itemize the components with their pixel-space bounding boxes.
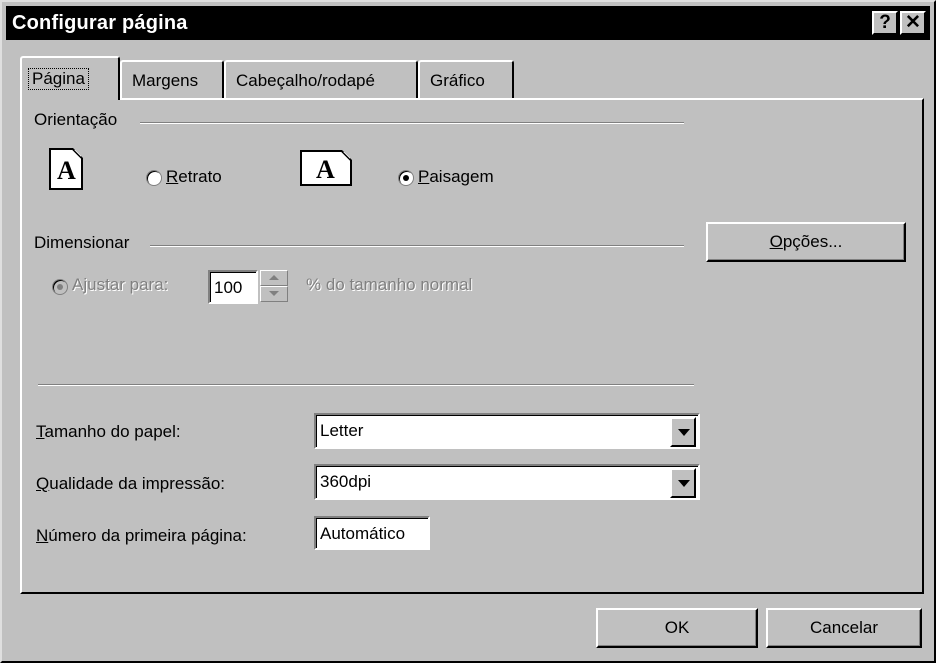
- paper-size-value: Letter: [320, 421, 364, 440]
- tab-margens-label: Margens: [132, 71, 199, 90]
- ok-button-label: OK: [664, 618, 690, 637]
- tab-margens[interactable]: Margens: [120, 60, 224, 98]
- adjust-radio[interactable]: [52, 279, 68, 295]
- tab-grafico[interactable]: Gráfico: [418, 60, 514, 98]
- first-page-input[interactable]: Automático: [314, 516, 430, 550]
- tab-cabecalho-rodape-label: Cabeçalho/rodapé: [236, 71, 375, 90]
- tab-pagina[interactable]: Página: [20, 56, 120, 100]
- portrait-radio[interactable]: [146, 170, 162, 186]
- first-page-value: Automático: [320, 524, 406, 543]
- cancel-button[interactable]: Cancelar: [766, 608, 922, 648]
- landscape-icon-letter: A: [316, 155, 335, 184]
- ok-button[interactable]: OK: [596, 608, 758, 648]
- landscape-radio-dot: [403, 175, 409, 181]
- landscape-fold-line: [340, 150, 352, 162]
- adjust-radio-dot: [57, 284, 63, 290]
- orientation-divider-highlight: [140, 123, 684, 124]
- portrait-accel: R: [166, 167, 179, 186]
- tab-pagina-label: Página: [28, 68, 89, 90]
- landscape-label[interactable]: Paisagem: [418, 167, 494, 187]
- scale-spinner[interactable]: [260, 270, 288, 302]
- tab-grafico-label: Gráfico: [430, 71, 485, 90]
- tab-cabecalho-rodape[interactable]: Cabeçalho/rodapé: [224, 60, 418, 98]
- paper-size-select[interactable]: Letter: [314, 413, 700, 449]
- portrait-label[interactable]: Retrato: [166, 167, 222, 187]
- first-page-label: Número da primeira página:: [36, 526, 247, 545]
- print-quality-dropdown-button[interactable]: [670, 468, 696, 498]
- chevron-down-icon: [678, 480, 690, 487]
- print-quality-label: Qualidade da impressão:: [36, 474, 226, 493]
- scale-percent-input[interactable]: 100: [208, 270, 258, 304]
- scale-suffix: % do tamanho normal: [306, 275, 473, 294]
- spin-up-button[interactable]: [260, 270, 288, 286]
- orientation-group-label: Orientação: [34, 110, 118, 129]
- portrait-icon-letter: A: [57, 156, 76, 185]
- options-button-label: Opções...: [769, 232, 843, 251]
- cancel-button-label: Cancelar: [809, 618, 879, 637]
- scaling-group-label: Dimensionar: [34, 233, 130, 252]
- close-button[interactable]: ✕: [900, 11, 926, 35]
- landscape-page-icon: A: [300, 150, 352, 186]
- paper-size-dropdown-button[interactable]: [670, 417, 696, 447]
- scale-percent-value: 100: [214, 278, 243, 297]
- adjust-label: Ajustar para:: [72, 275, 169, 294]
- spin-down-button[interactable]: [260, 286, 288, 302]
- help-button[interactable]: ?: [872, 11, 898, 35]
- paper-size-label: Tamanho do papel:: [36, 422, 181, 441]
- print-quality-value: 360dpi: [320, 472, 372, 491]
- section-divider-highlight: [38, 385, 694, 386]
- options-button[interactable]: Opções...: [706, 222, 906, 262]
- scaling-divider-highlight: [150, 246, 684, 247]
- landscape-radio[interactable]: [398, 170, 414, 186]
- page-setup-dialog: Configurar página ? ✕ Página Margens Cab…: [0, 0, 936, 663]
- print-quality-select[interactable]: 360dpi: [314, 464, 700, 500]
- spin-up-icon: [269, 275, 279, 280]
- spin-down-icon: [269, 291, 279, 296]
- window-title: Configurar página: [12, 12, 188, 34]
- title-bar: Configurar página ? ✕: [6, 6, 930, 40]
- chevron-down-icon: [678, 429, 690, 436]
- tab-panel: Orientação A Retrato A Paisagem Dimensio…: [20, 98, 924, 594]
- portrait-page-icon: A: [49, 148, 83, 190]
- landscape-accel: P: [418, 167, 430, 186]
